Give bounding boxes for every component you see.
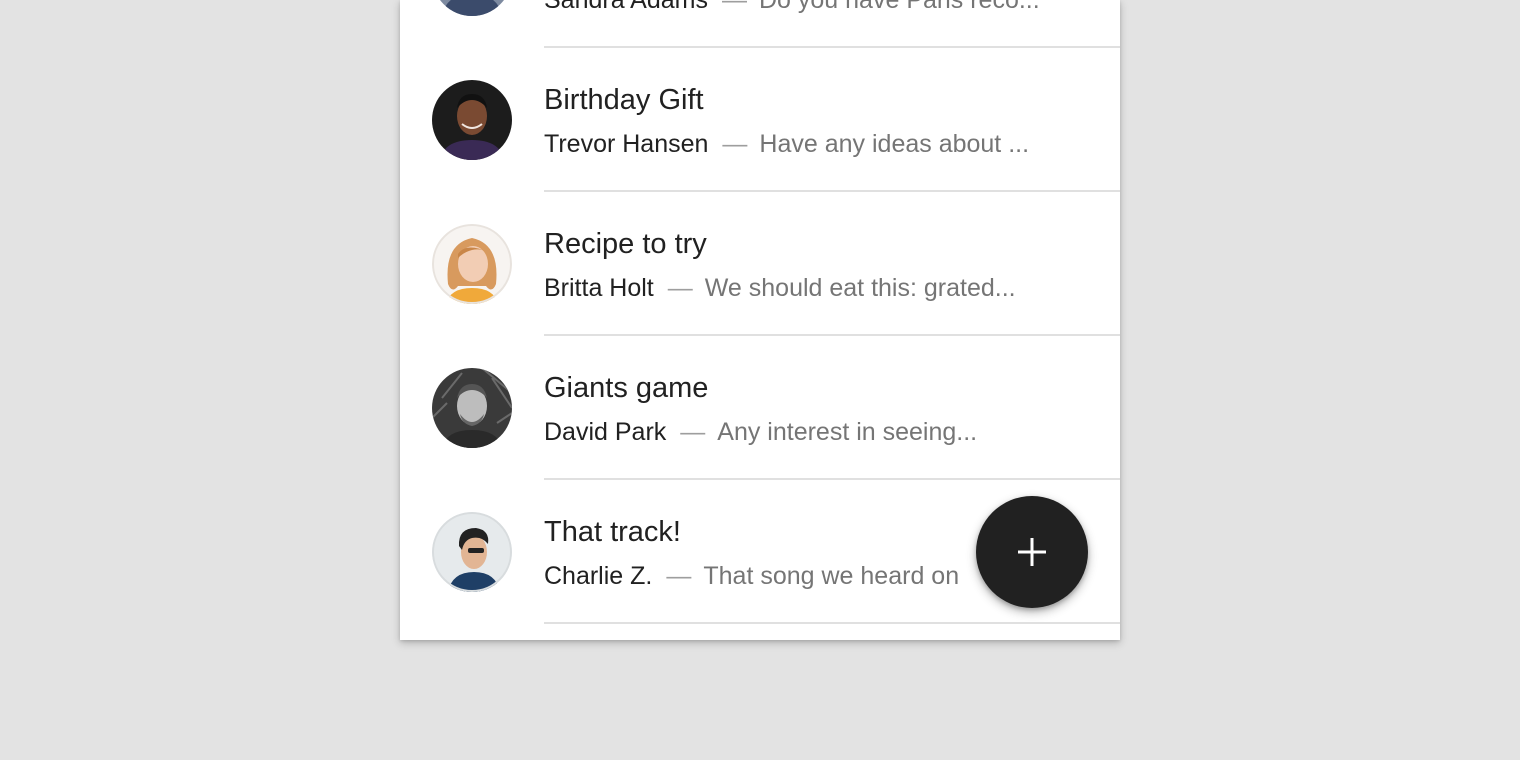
avatar-britta <box>432 224 512 304</box>
message-title: Recipe to try <box>544 228 707 260</box>
message-title: Giants game <box>544 372 709 404</box>
message-separator: — <box>722 130 748 158</box>
message-snippet: Any interest in seeing... <box>717 418 978 446</box>
avatar-david <box>432 368 512 448</box>
message-subline: Trevor Hansen — Have any ideas about ... <box>544 130 1104 159</box>
message-sender: Charlie Z. <box>544 562 653 590</box>
message-snippet: Have any ideas about ... <box>759 130 1030 158</box>
message-sender: Sandra Adams <box>544 0 708 14</box>
divider <box>544 622 1120 624</box>
list-item[interactable]: Recipe to try Britta Holt — We should eat … <box>400 192 1120 336</box>
message-separator: — <box>722 0 747 14</box>
message-title: Birthday Gift <box>544 84 704 116</box>
message-snippet: Do you have Paris reco... <box>759 0 1040 14</box>
avatar-charlie <box>432 512 512 592</box>
message-subline: David Park — Any interest in seeing... <box>544 418 1104 447</box>
list-item[interactable]: Giants game David Park — Any interest in s… <box>400 336 1120 480</box>
compose-fab-button[interactable] <box>976 496 1088 608</box>
list-item[interactable]: Sandra Adams — Do you have Paris reco... <box>400 0 1120 48</box>
message-separator: — <box>667 274 693 302</box>
message-snippet: We should eat this: grated... <box>704 274 1016 302</box>
message-separator: — <box>666 562 692 590</box>
plus-icon <box>1018 538 1046 566</box>
message-list-card: Sandra Adams — Do you have Paris reco... B… <box>400 0 1120 640</box>
message-separator: — <box>680 418 706 446</box>
avatar-trevor <box>432 80 512 160</box>
message-subline: Britta Holt — We should eat this: grated..… <box>544 274 1104 303</box>
message-title: That track! <box>544 516 681 548</box>
list-item[interactable]: Birthday Gift Trevor Hansen — Have any ide… <box>400 48 1120 192</box>
message-sender: Britta Holt <box>544 274 654 302</box>
message-subline: Sandra Adams — Do you have Paris reco... <box>544 0 1104 15</box>
avatar-sandra <box>432 0 512 16</box>
message-sender: David Park <box>544 418 667 446</box>
message-sender: Trevor Hansen <box>544 130 709 158</box>
message-snippet: That song we heard on <box>703 562 960 590</box>
